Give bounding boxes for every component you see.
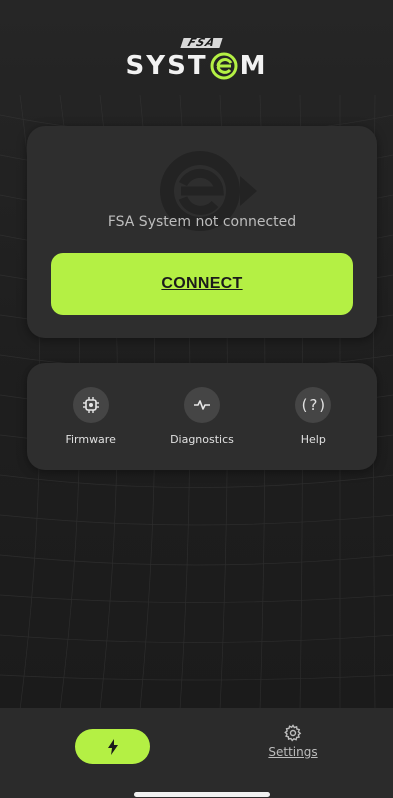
tools-card: Firmware Diagnostics (?) Help [27, 363, 377, 470]
lightning-icon [107, 738, 118, 755]
firmware-label: Firmware [65, 433, 116, 446]
gear-icon [284, 724, 302, 742]
logo-brand-mark: FSA [180, 36, 223, 49]
connect-button[interactable]: CONNECT [51, 253, 353, 315]
connection-card: FSA System not connected CONNECT [27, 126, 377, 338]
logo-e-icon [210, 52, 238, 80]
diagnostics-label: Diagnostics [170, 433, 234, 446]
app-logo: FSA SYST M [0, 36, 393, 90]
nav-settings-button[interactable]: Settings [248, 724, 338, 766]
logo-word-right: M [239, 51, 268, 81]
help-glyph: (?) [299, 396, 327, 414]
home-indicator [134, 792, 270, 797]
pulse-icon [183, 387, 220, 423]
connect-button-label: CONNECT [161, 275, 243, 292]
help-icon: (?) [295, 387, 332, 423]
bottom-nav-bar: Settings [0, 708, 393, 798]
help-tool[interactable]: (?) Help [263, 387, 363, 446]
help-label: Help [300, 433, 326, 446]
logo-word-left: SYST [125, 51, 208, 81]
chip-icon [72, 387, 109, 423]
settings-label: Settings [268, 745, 318, 759]
firmware-tool[interactable]: Firmware [41, 387, 141, 446]
connection-status-text: FSA System not connected [107, 214, 297, 230]
diagnostics-tool[interactable]: Diagnostics [152, 387, 252, 446]
nav-home-button[interactable] [75, 729, 150, 764]
app-screen: FSA SYST M FSA System not connected CONN… [0, 0, 393, 798]
logo-wordmark: SYST M [126, 51, 268, 81]
